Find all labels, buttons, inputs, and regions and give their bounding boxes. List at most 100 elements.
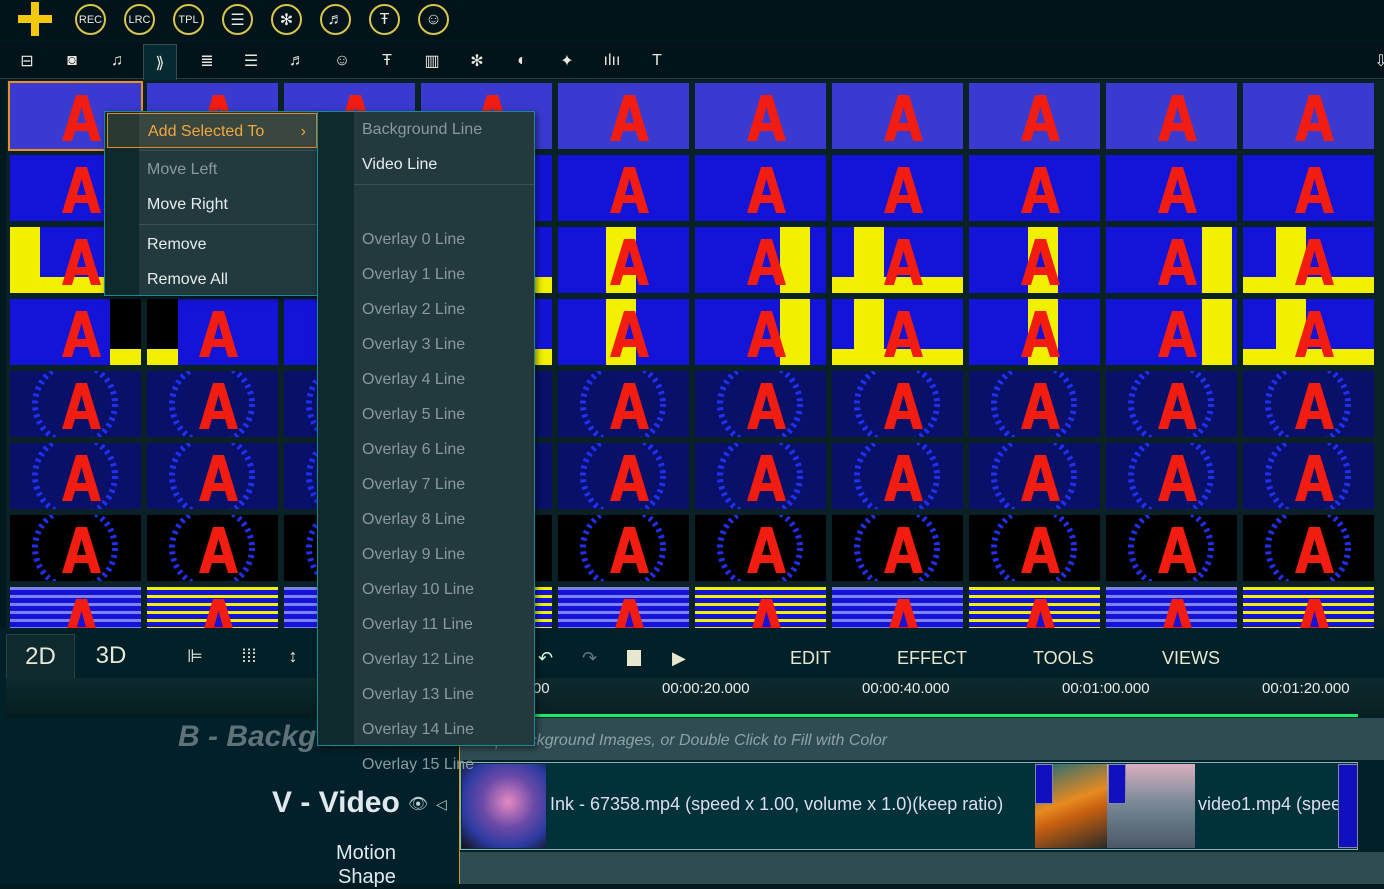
submenu-item[interactable]: Video Line [354,147,534,182]
transition-thumbnail[interactable] [10,443,141,509]
transition-thumbnail[interactable] [1106,299,1237,365]
submenu-item[interactable]: Overlay 1 Line [354,257,534,292]
transition-marker[interactable] [1338,764,1358,848]
download-icon[interactable]: ⇩ [1364,44,1384,78]
transition-thumbnail[interactable] [695,515,826,581]
submenu-item[interactable]: Background Line [354,112,534,147]
video-clip-2[interactable]: video1.mp4 (speed x 1.00) [1198,794,1338,815]
puzzle-icon[interactable]: ✦ [550,44,584,78]
submenu-item[interactable]: Overlay 7 Line [354,467,534,502]
motion-track[interactable] [460,852,1384,884]
menu-item-move-left[interactable]: Move Left [139,152,317,187]
transition-thumbnail[interactable] [832,155,963,221]
transition-thumbnail[interactable] [1243,587,1374,628]
transition-thumbnail[interactable] [969,299,1100,365]
eye-icon[interactable]: 👁 [408,794,428,814]
submenu-item[interactable]: Overlay 5 Line [354,397,534,432]
camera-icon[interactable]: ◙ [55,44,89,78]
flower-icon[interactable]: ✻ [460,44,494,78]
transition-thumbnail[interactable] [147,299,278,365]
transition-thumbnail[interactable] [1243,227,1374,293]
menu-item-remove[interactable]: Remove [139,227,317,262]
menu-item-move-right[interactable]: Move Right [139,187,317,222]
transition-thumbnail[interactable] [832,371,963,437]
transition-thumbnail[interactable] [10,587,141,628]
text-box-icon[interactable]: Ŧ [369,4,400,35]
add-plus-icon[interactable] [18,2,52,36]
transition-thumbnail[interactable] [1106,587,1237,628]
lrc-button[interactable]: LRC [124,4,155,35]
transition-thumbnail[interactable] [1106,515,1237,581]
transition-thumbnail[interactable] [969,371,1100,437]
transition-thumbnail[interactable] [1106,83,1237,149]
menu-tools[interactable]: TOOLS [1033,648,1094,669]
transition-thumbnail[interactable] [10,371,141,437]
rec-button[interactable]: REC [75,4,106,35]
submenu-item[interactable]: Overlay 2 Line [354,292,534,327]
menu-effect[interactable]: EFFECT [897,648,967,669]
music-score-icon[interactable]: ♬ [320,4,351,35]
menu-item-add-selected-to[interactable]: Add Selected To › [107,113,317,148]
transition-thumbnail[interactable] [1106,443,1237,509]
transition-thumbnail[interactable] [147,371,278,437]
transition-thumbnail[interactable] [10,515,141,581]
submenu-item[interactable]: Overlay 14 Line [354,712,534,747]
transition-thumbnail[interactable] [147,443,278,509]
transition-thumbnail[interactable] [1243,515,1374,581]
transition-thumbnail[interactable] [695,443,826,509]
contrast-icon[interactable]: ◐ [505,44,539,78]
transition-marker[interactable] [1108,764,1126,804]
transition-icon[interactable]: ⟫ [143,44,177,80]
transition-thumbnail[interactable] [1243,83,1374,149]
transition-thumbnail[interactable] [969,515,1100,581]
transition-thumbnail[interactable] [695,155,826,221]
submenu-item[interactable]: Overlay 3 Line [354,327,534,362]
play-icon[interactable]: ▶ [672,648,686,669]
transition-thumbnail[interactable] [10,299,141,365]
audio-bars-icon[interactable]: ılıı [595,44,629,78]
transition-thumbnail[interactable] [1243,155,1374,221]
transition-thumbnail[interactable] [832,587,963,628]
transition-thumbnail[interactable] [832,443,963,509]
transition-thumbnail[interactable] [832,83,963,149]
smiley-icon[interactable]: ☺ [325,44,359,78]
transition-thumbnail[interactable] [147,515,278,581]
transition-thumbnail[interactable] [558,83,689,149]
redo-icon[interactable]: ↷ [582,648,597,669]
transition-thumbnail[interactable] [695,227,826,293]
menu-edit[interactable]: EDIT [790,648,831,669]
submenu-item[interactable]: Overlay 10 Line [354,572,534,607]
transition-thumbnail[interactable] [832,227,963,293]
text-style-icon[interactable]: Ŧ [370,44,404,78]
transition-thumbnail[interactable] [695,371,826,437]
transition-thumbnail[interactable] [558,299,689,365]
submenu-item[interactable]: Overlay 6 Line [354,432,534,467]
filmstrip-icon[interactable]: ▥ [415,44,449,78]
text-icon[interactable]: T [640,44,674,78]
transition-thumbnail[interactable] [969,587,1100,628]
transition-thumbnail[interactable] [558,515,689,581]
undo-icon[interactable]: ↶ [538,648,553,669]
transition-thumbnail[interactable] [695,83,826,149]
transition-thumbnail[interactable] [558,587,689,628]
submenu-item[interactable]: Overlay 12 Line [354,642,534,677]
submenu-item[interactable]: Overlay 11 Line [354,607,534,642]
user-icon[interactable]: ☺ [418,4,449,35]
score-icon[interactable]: ♬ [280,44,314,78]
transition-thumbnail[interactable] [558,443,689,509]
transition-thumbnail[interactable] [969,227,1100,293]
submenu-item[interactable]: Overlay 15 Line [354,747,534,782]
speaker-icon[interactable]: ◁ [436,796,447,813]
transition-thumbnail[interactable] [558,155,689,221]
grid-dots-icon[interactable]: ⁞⁞⁞ [234,634,264,678]
menu-item-remove-all[interactable]: Remove All [139,262,317,297]
transition-thumbnail[interactable] [695,587,826,628]
transition-thumbnail[interactable] [1106,371,1237,437]
transition-thumbnail[interactable] [1243,371,1374,437]
transition-thumbnail[interactable] [147,587,278,628]
transition-thumbnail[interactable] [832,515,963,581]
list-icon[interactable]: ☰ [222,4,253,35]
transition-thumbnail[interactable] [1106,227,1237,293]
transition-thumbnail[interactable] [969,83,1100,149]
transition-thumbnail[interactable] [558,227,689,293]
